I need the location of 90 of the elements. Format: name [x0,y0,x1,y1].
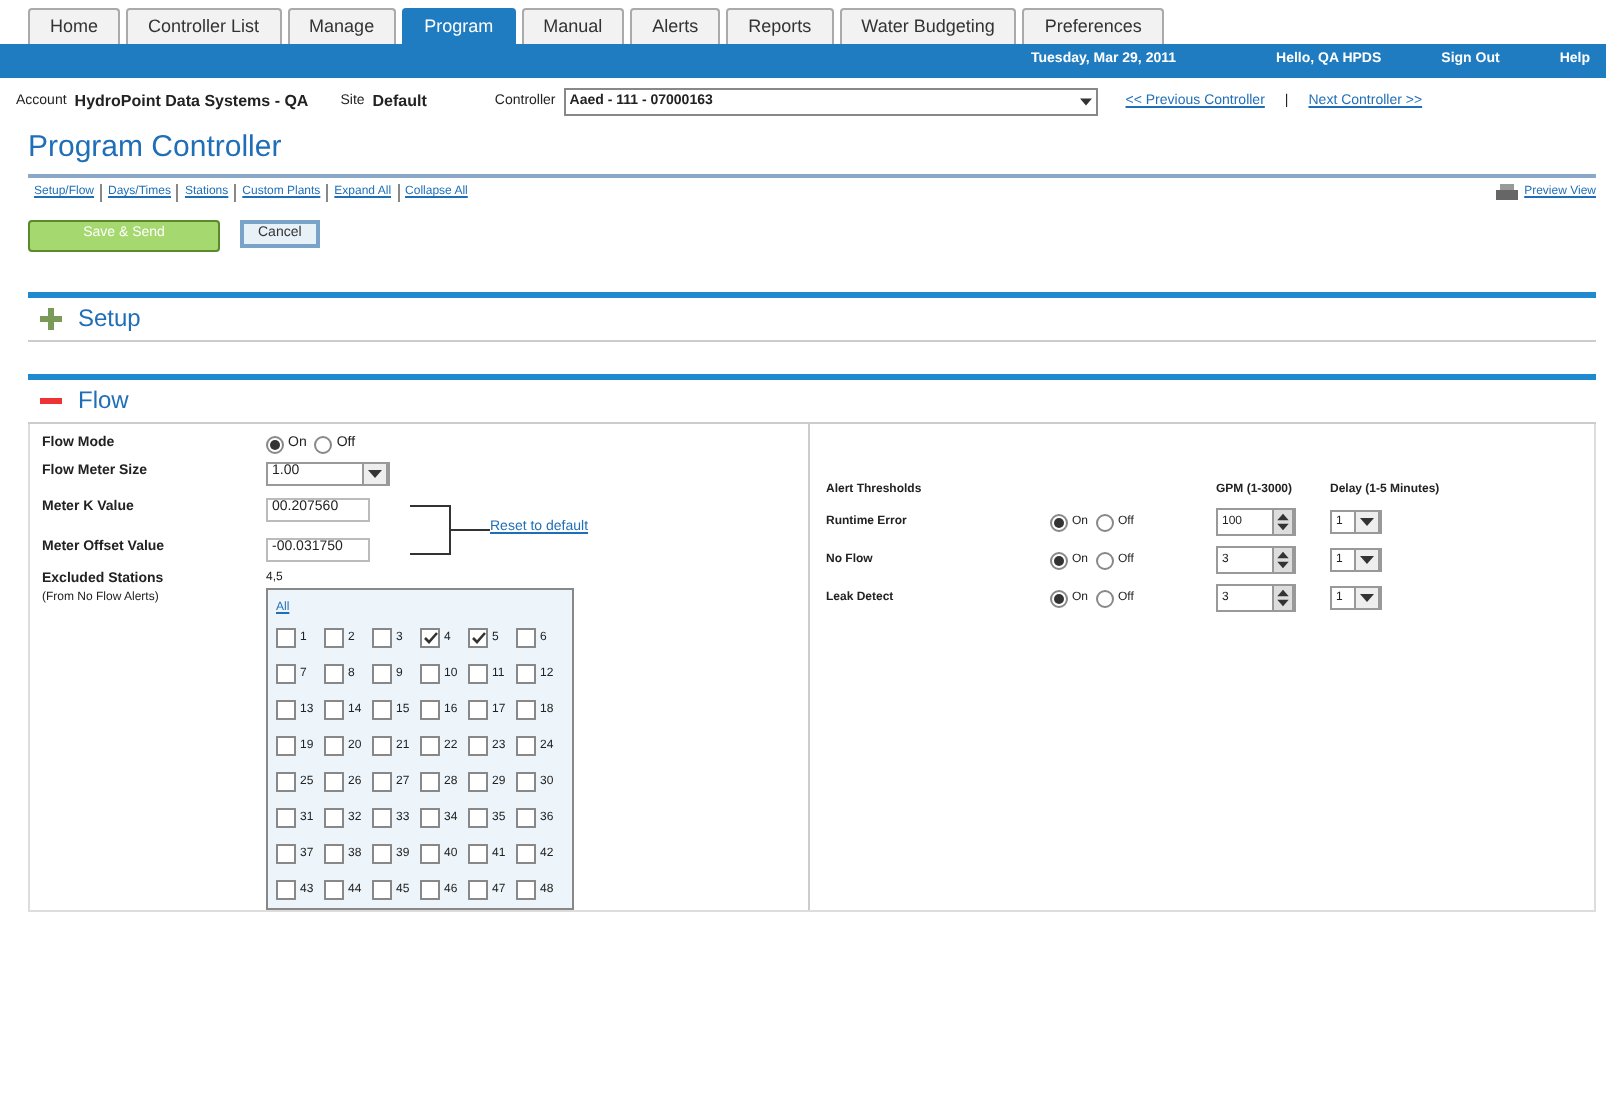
station-checkbox[interactable] [516,880,536,900]
station-checkbox[interactable] [324,736,344,756]
station-checkbox[interactable] [324,844,344,864]
checkmark-icon [471,632,485,644]
station-checkbox[interactable] [420,628,440,648]
spinner-arrows-icon [1272,508,1294,536]
station-checkbox[interactable] [324,664,344,684]
checkmark-icon [423,632,437,644]
station-checkbox[interactable] [516,664,536,684]
dropdown-button[interactable] [1354,510,1380,534]
station-checkbox[interactable] [420,808,440,828]
radio-button[interactable] [266,435,284,453]
spinner-arrows-icon [1272,546,1294,574]
dropdown-button[interactable] [362,461,388,485]
station-checkbox[interactable] [324,880,344,900]
station-checkbox[interactable] [468,628,488,648]
station-checkbox[interactable] [516,808,536,828]
station-checkbox[interactable] [468,736,488,756]
site-name: Default [372,90,427,114]
station-checkbox[interactable] [372,808,392,828]
section-title: Flow [78,384,129,418]
printer-icon [1496,184,1519,202]
station-checkbox[interactable] [276,628,296,648]
caret-icon [1079,98,1092,106]
station-checkbox[interactable] [372,844,392,864]
bracket-connector-icon [410,503,490,555]
nav-tab[interactable]: Controller List [126,8,282,44]
station-checkbox[interactable] [324,628,344,648]
station-checkbox[interactable] [420,772,440,792]
station-checkbox[interactable] [324,808,344,828]
nav-tab[interactable]: Reports [726,8,834,44]
radio-button[interactable] [1050,589,1068,607]
station-checkbox[interactable] [372,664,392,684]
caret-icon [1360,518,1374,526]
section-header[interactable]: Flow [28,373,1596,423]
station-checkbox[interactable] [372,772,392,792]
radio-button[interactable] [1096,551,1115,569]
caret-icon [1360,556,1374,564]
nav-tab[interactable]: Alerts [630,8,721,44]
page-title: Program Controller [28,126,1596,177]
station-checkbox[interactable] [468,664,488,684]
nav-tab[interactable]: Water Budgeting [839,8,1017,44]
section-header[interactable]: Setup [28,291,1596,341]
station-checkbox[interactable] [516,772,536,792]
station-checkbox[interactable] [420,844,440,864]
section-title: Setup [78,302,141,336]
nav-tab[interactable]: Manual [521,8,625,44]
station-checkbox[interactable] [276,808,296,828]
dropdown-button[interactable] [1354,586,1380,610]
station-checkbox[interactable] [372,736,392,756]
account-name: HydroPoint Data Systems - QA [74,90,309,114]
minus-icon [40,397,62,403]
station-checkbox[interactable] [324,700,344,720]
station-checkbox[interactable] [468,880,488,900]
station-checkbox[interactable] [468,844,488,864]
nav-tab[interactable]: Program [402,8,516,44]
station-checkbox[interactable] [516,628,536,648]
station-checkbox[interactable] [516,736,536,756]
station-checkbox[interactable] [516,700,536,720]
plus-icon [40,307,62,329]
station-checkbox[interactable] [420,700,440,720]
radio-button[interactable] [1096,513,1115,531]
station-checkbox[interactable] [516,844,536,864]
nav-tab[interactable]: Preferences [1022,8,1164,44]
station-checkbox[interactable] [420,880,440,900]
station-checkbox[interactable] [276,736,296,756]
nav-tab[interactable]: Manage [287,8,397,44]
radio-button[interactable] [314,435,333,453]
radio-button[interactable] [1050,513,1068,531]
station-checkbox[interactable] [468,808,488,828]
station-checkbox[interactable] [372,628,392,648]
station-checkbox[interactable] [420,664,440,684]
station-checkbox[interactable] [324,772,344,792]
caret-icon [368,469,382,477]
station-checkbox[interactable] [468,772,488,792]
station-checkbox[interactable] [276,844,296,864]
station-checkbox[interactable] [276,664,296,684]
spinner-arrows-icon [1272,584,1294,612]
station-checkbox[interactable] [276,700,296,720]
station-checkbox[interactable] [372,880,392,900]
caret-icon [1360,594,1374,602]
station-checkbox[interactable] [468,700,488,720]
radio-button[interactable] [1050,551,1068,569]
nav-tab[interactable]: Home [28,8,121,44]
station-checkbox[interactable] [372,700,392,720]
station-checkbox[interactable] [420,736,440,756]
dropdown-button[interactable] [1354,548,1380,572]
station-checkbox[interactable] [276,772,296,792]
radio-button[interactable] [1096,589,1115,607]
station-checkbox[interactable] [276,880,296,900]
